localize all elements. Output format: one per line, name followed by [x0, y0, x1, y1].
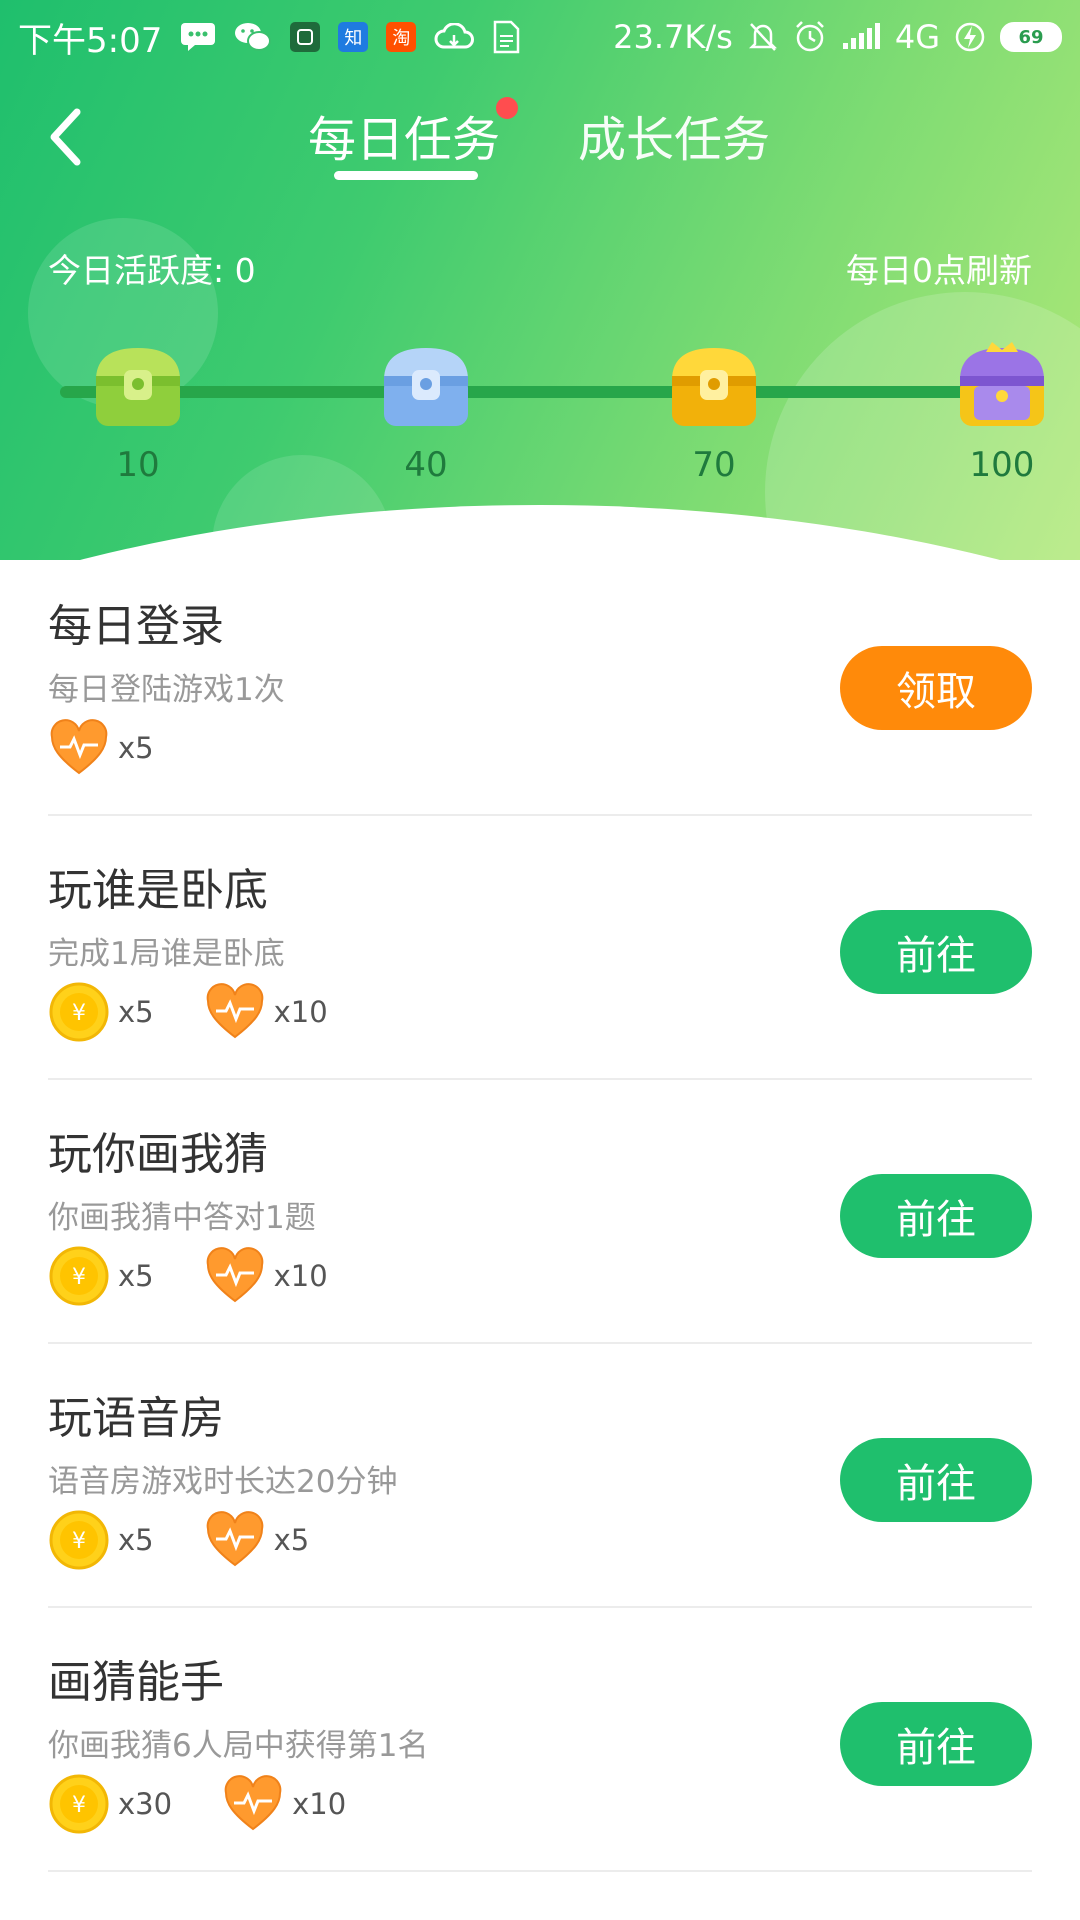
milestone-label: 10: [116, 445, 160, 485]
reward-heart: x5: [204, 1509, 310, 1571]
task-rewards: ¥ x30 x10: [48, 1773, 396, 1835]
active-tab-indicator: [334, 171, 478, 180]
coin-icon: ¥: [49, 982, 109, 1042]
task-rewards: x5: [48, 717, 204, 779]
heart-icon: [50, 719, 108, 775]
network-speed: 23.7K/s: [613, 18, 733, 56]
gold-chest-icon: [672, 348, 756, 426]
reward-heart: x10: [204, 981, 328, 1043]
activity-progress-track: [60, 386, 1040, 398]
message-icon: [180, 22, 216, 52]
reward-heart: x10: [222, 1773, 346, 1835]
reward-coin: ¥ x5: [48, 981, 154, 1043]
reward-quantity: x5: [273, 1523, 310, 1557]
blue-chest-icon: [384, 348, 468, 426]
svg-text:¥: ¥: [72, 1793, 86, 1818]
heart-icon: [206, 1247, 263, 1303]
heart-icon: [206, 983, 263, 1039]
task-description: 你画我猜中答对1题: [48, 1200, 316, 1236]
task-description: 完成1局谁是卧底: [48, 936, 285, 972]
alarm-icon: [793, 20, 827, 54]
milestone-chest-40[interactable]: [374, 340, 478, 432]
zhihu-icon: 知: [338, 22, 369, 52]
chevron-left-icon: [50, 108, 81, 166]
battery-indicator: 69: [1000, 22, 1062, 52]
svg-text:¥: ¥: [72, 1529, 86, 1554]
reward-quantity: x10: [273, 995, 328, 1029]
task-title: 玩你画我猜: [48, 1129, 268, 1180]
reward-heart: x10: [204, 1245, 328, 1307]
back-button[interactable]: [40, 104, 90, 170]
reward-heart: x5: [48, 717, 154, 779]
reward-quantity: x5: [118, 1259, 154, 1293]
tab-growth-tasks[interactable]: 成长任务: [578, 100, 770, 170]
task-rewards: ¥ x5 x10: [48, 1245, 378, 1307]
header-banner: 下午5:07 知 淘 23.7K/s 4G 69 每日任务 成长任务 今日活跃度…: [0, 0, 1080, 560]
claim-button[interactable]: 领取: [840, 646, 1032, 730]
milestone-chest-10[interactable]: [86, 340, 190, 432]
refresh-note: 每日0点刷新: [846, 251, 1032, 290]
svg-text:¥: ¥: [72, 1265, 86, 1290]
milestone-label: 70: [692, 445, 736, 485]
go-button[interactable]: 前往: [840, 1174, 1032, 1258]
purple-chest-icon: [960, 342, 1044, 426]
svg-text:¥: ¥: [72, 1001, 86, 1026]
milestone-chest-70[interactable]: [662, 340, 766, 432]
heart-icon: [224, 1775, 282, 1831]
mi-icon: [290, 22, 321, 52]
tab-daily-tasks[interactable]: 每日任务: [308, 100, 500, 170]
reward-coin: ¥ x5: [48, 1245, 154, 1307]
charging-icon: [954, 21, 986, 53]
task-item: 玩你画我猜 你画我猜中答对1题 ¥ x5 x10 前往: [48, 1080, 1032, 1344]
reward-quantity: x5: [118, 995, 154, 1029]
reward-quantity: x5: [118, 731, 154, 765]
task-title: 每日登录: [48, 601, 224, 652]
reward-quantity: x5: [118, 1523, 154, 1557]
status-time: 下午5:07: [18, 20, 163, 61]
mute-icon: [747, 20, 779, 54]
reward-coin: ¥ x5: [48, 1509, 154, 1571]
go-button[interactable]: 前往: [840, 910, 1032, 994]
cloud-icon: [434, 23, 475, 51]
task-rewards: ¥ x5 x5: [48, 1509, 359, 1571]
doc-icon: [492, 20, 520, 54]
milestone-label: 100: [969, 445, 1035, 485]
heart-icon: [206, 1511, 263, 1567]
task-item: 玩语音房 语音房游戏时长达20分钟 ¥ x5 x5 前往: [48, 1344, 1032, 1608]
reward-quantity: x30: [118, 1787, 173, 1821]
milestone-chest-100[interactable]: [950, 340, 1054, 432]
network-type: 4G: [894, 18, 940, 56]
green-chest-icon: [96, 348, 180, 426]
coin-icon: ¥: [49, 1246, 109, 1306]
go-button[interactable]: 前往: [840, 1702, 1032, 1786]
task-description: 每日登陆游戏1次: [48, 672, 285, 708]
signal-icon: [841, 23, 881, 51]
milestone-label: 40: [404, 445, 448, 485]
reward-quantity: x10: [292, 1787, 347, 1821]
taobao-icon: 淘: [386, 22, 417, 52]
reward-coin: ¥ x30: [48, 1773, 172, 1835]
task-title: 画猜能手: [48, 1657, 224, 1708]
task-description: 语音房游戏时长达20分钟: [48, 1464, 398, 1500]
coin-icon: ¥: [49, 1774, 109, 1834]
wechat-icon: [234, 21, 272, 53]
status-bar: 下午5:07 知 淘 23.7K/s 4G 69: [0, 0, 1080, 74]
task-item: 画猜能手 你画我猜6人局中获得第1名 ¥ x30 x10 前往: [48, 1608, 1032, 1872]
reward-quantity: x10: [273, 1259, 328, 1293]
task-item: 玩谁是卧底 完成1局谁是卧底 ¥ x5 x10 前往: [48, 816, 1032, 1080]
task-rewards: ¥ x5 x10: [48, 981, 378, 1043]
go-button[interactable]: 前往: [840, 1438, 1032, 1522]
activity-score: 今日活跃度: 0: [48, 251, 256, 290]
task-item: 每日登录 每日登陆游戏1次 x5 领取: [48, 552, 1032, 816]
coin-icon: ¥: [49, 1510, 109, 1570]
task-title: 玩谁是卧底: [48, 865, 268, 916]
task-description: 你画我猜6人局中获得第1名: [48, 1728, 429, 1764]
task-title: 玩语音房: [48, 1393, 224, 1444]
notification-dot: [496, 97, 518, 119]
